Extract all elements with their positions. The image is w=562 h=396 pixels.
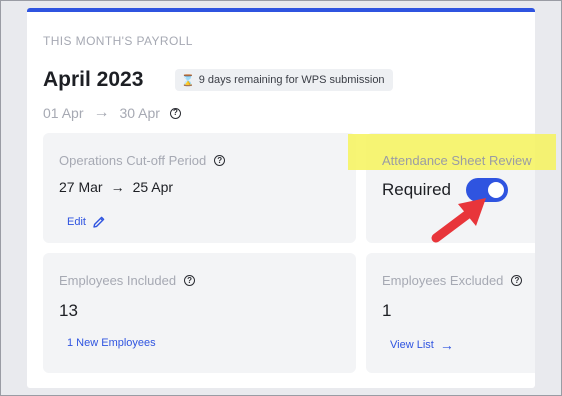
new-employees-link[interactable]: 1 New Employees xyxy=(67,337,156,349)
cutoff-start: 27 Mar xyxy=(59,179,103,195)
help-icon[interactable]: ? xyxy=(184,275,196,286)
included-label: Employees Included xyxy=(59,273,177,288)
edit-cutoff-link[interactable]: Edit xyxy=(67,215,106,229)
page-title: April 2023 xyxy=(43,68,144,91)
included-label-row: Employees Included ? xyxy=(59,273,196,288)
cutoff-label: Operations Cut-off Period xyxy=(59,153,207,168)
new-employees-label: 1 New Employees xyxy=(67,337,156,349)
employees-excluded-tile: Employees Excluded ? 1 View List → xyxy=(366,253,535,373)
pencil-icon xyxy=(93,216,105,228)
date-end: 30 Apr xyxy=(119,105,160,121)
arrow-right-icon: → xyxy=(439,337,454,353)
employees-included-tile: Employees Included ? 13 1 New Employees xyxy=(43,253,356,373)
excluded-label-row: Employees Excluded ? xyxy=(382,273,523,288)
help-icon[interactable]: ? xyxy=(169,107,181,119)
cutoff-end: 25 Apr xyxy=(132,179,174,195)
card-accent-bar xyxy=(27,8,535,12)
wps-notice-badge: ⌛ 9 days remaining for WPS submission xyxy=(175,69,393,91)
help-icon[interactable]: ? xyxy=(511,275,523,286)
annotation-arrow-icon xyxy=(431,198,486,243)
attendance-label: Attendance Sheet Review xyxy=(382,153,532,168)
section-eyebrow: THIS MONTH'S PAYROLL xyxy=(43,34,193,48)
payroll-date-range: 01 Apr → 30 Apr ? xyxy=(43,104,181,122)
help-icon[interactable]: ? xyxy=(214,155,226,166)
view-list-label: View List xyxy=(390,339,434,351)
arrow-right-icon: → xyxy=(110,179,125,195)
excluded-label: Employees Excluded xyxy=(382,273,504,288)
cutoff-label-row: Operations Cut-off Period ? xyxy=(59,153,226,168)
date-start: 01 Apr xyxy=(43,105,84,121)
arrow-right-icon: → xyxy=(93,104,110,121)
view-list-link[interactable]: View List → xyxy=(390,337,454,353)
wps-notice-text: 9 days remaining for WPS submission xyxy=(198,74,385,86)
excluded-count: 1 xyxy=(382,301,392,320)
cutoff-tile: Operations Cut-off Period ? 27 Mar → 25 … xyxy=(43,133,356,243)
included-count: 13 xyxy=(59,301,78,320)
cutoff-range: 27 Mar → 25 Apr xyxy=(59,179,173,195)
hourglass-icon: ⌛ xyxy=(181,74,195,87)
edit-link-label: Edit xyxy=(67,216,86,228)
